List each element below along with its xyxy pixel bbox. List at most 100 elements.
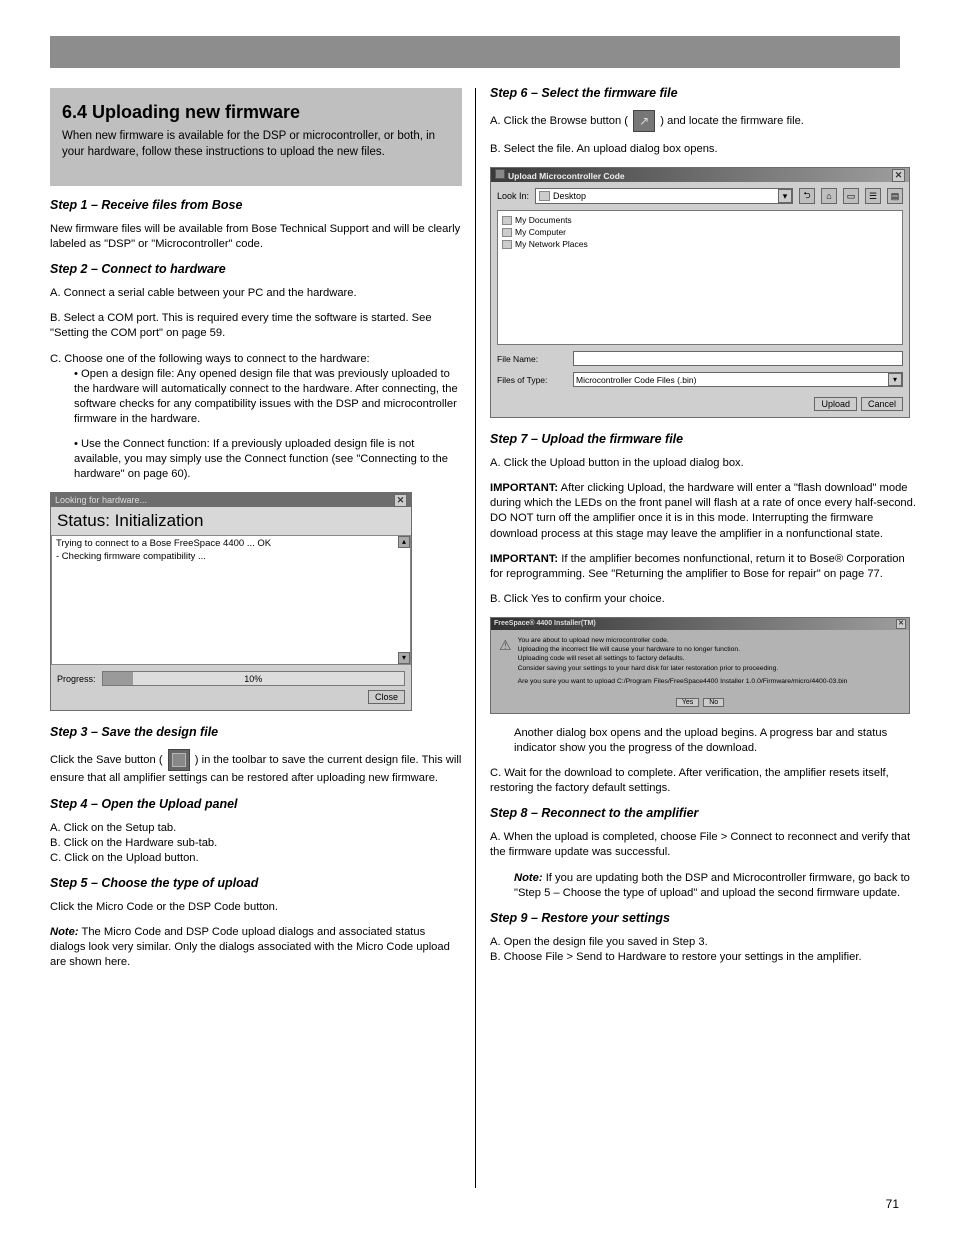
hw-status-prefix: Status: — [57, 511, 110, 530]
dropdown-arrow-icon[interactable]: ▾ — [778, 189, 792, 203]
details-view-icon[interactable]: ▤ — [887, 188, 903, 204]
upload-title-wrap: Upload Microcontroller Code — [495, 169, 625, 181]
upload-titlebar[interactable]: Upload Microcontroller Code ✕ — [491, 168, 909, 182]
file-list-item[interactable]: My Documents — [502, 215, 898, 225]
page-root: 6.4 Uploading new firmware When new firm… — [0, 0, 954, 1235]
section-heading: 6.4 Uploading new firmware — [62, 102, 450, 123]
step7-a: A. Click the Upload button in the upload… — [490, 456, 920, 471]
close-icon[interactable]: ✕ — [896, 619, 906, 629]
note-label: Note: — [50, 926, 79, 938]
confirm-line: Uploading the incorrect file will cause … — [518, 645, 848, 654]
confirm-line: Consider saving your settings to your ha… — [518, 664, 848, 673]
confirm-titlebar[interactable]: FreeSpace® 4400 Installer(TM) ✕ — [491, 618, 909, 630]
step2-heading: Step 2 – Connect to hardware — [50, 262, 462, 276]
look-in-value: Desktop — [553, 191, 586, 201]
confirm-dialog-title: FreeSpace® 4400 Installer(TM) — [494, 620, 596, 627]
step4-c: C. Click on the Upload button. — [50, 851, 462, 866]
step7-heading: Step 7 – Upload the firmware file — [490, 432, 920, 446]
scroll-up-icon[interactable]: ▴ — [398, 536, 410, 548]
look-in-row: Look In: Desktop ▾ ⮌ ⌂ ▭ ☰ ▤ — [497, 188, 903, 204]
step8-note-wrap: Note: If you are updating both the DSP a… — [514, 871, 920, 901]
step2-b: B. Select a COM port. This is required e… — [50, 311, 462, 341]
step6-a-text-a: A. Click the Browse button ( — [490, 115, 628, 127]
confirm-line: You are about to upload new microcontrol… — [518, 636, 848, 645]
close-icon[interactable]: ✕ — [892, 169, 905, 182]
step7-b: B. Click Yes to confirm your choice. — [490, 592, 920, 607]
browse-icon: ↗ — [633, 110, 655, 132]
note-label: Note: — [514, 872, 543, 884]
folder-icon — [539, 191, 550, 201]
up-one-level-icon[interactable]: ⮌ — [799, 188, 815, 204]
files-of-type-row: Files of Type: Microcontroller Code File… — [497, 372, 903, 387]
files-of-type-label: Files of Type: — [497, 375, 567, 385]
step6-heading: Step 6 – Select the firmware file — [490, 86, 920, 100]
step1-heading: Step 1 – Receive files from Bose — [50, 198, 462, 212]
warning-icon: ⚠ — [499, 636, 512, 686]
file-list-item[interactable]: My Computer — [502, 227, 898, 237]
hw-log-area: Trying to connect to a Bose FreeSpace 44… — [51, 535, 411, 665]
hw-dialog-bottom: Progress: 10% Close — [51, 665, 411, 710]
looking-for-hardware-dialog: Looking for hardware... ✕ Status: Initia… — [50, 492, 412, 711]
left-column: Step 1 – Receive files from Bose New fir… — [50, 198, 462, 980]
confirm-msg-row: ⚠ You are about to upload new microcontr… — [499, 636, 901, 686]
close-button[interactable]: Close — [368, 690, 405, 704]
cancel-button[interactable]: Cancel — [861, 397, 903, 411]
step6-a-text-b: ) and locate the firmware file. — [660, 115, 804, 127]
step3-text: Click the Save button ( ) in the toolbar… — [50, 749, 462, 786]
computer-icon — [502, 228, 512, 237]
confirm-dialog: FreeSpace® 4400 Installer(TM) ✕ ⚠ You ar… — [490, 617, 910, 714]
step5-note-wrap: Note: The Micro Code and DSP Code upload… — [50, 925, 462, 970]
yes-button[interactable]: Yes — [676, 698, 699, 707]
step2-c2: • Use the Connect function: If a previou… — [74, 437, 462, 482]
file-list-item-label: My Documents — [515, 215, 572, 225]
new-folder-icon[interactable]: ▭ — [843, 188, 859, 204]
file-list-item[interactable]: My Network Places — [502, 239, 898, 249]
list-view-icon[interactable]: ☰ — [865, 188, 881, 204]
step2-a: A. Connect a serial cable between your P… — [50, 286, 462, 301]
step6-b: B. Select the file. An upload dialog box… — [490, 142, 920, 157]
files-of-type-select[interactable]: Microcontroller Code Files (.bin) ▾ — [573, 372, 903, 387]
hw-dialog-title: Looking for hardware... — [55, 495, 147, 505]
scroll-down-icon[interactable]: ▾ — [398, 652, 410, 664]
step6-a-wrap: A. Click the Browse button ( ↗ ) and loc… — [490, 110, 920, 132]
app-icon — [495, 169, 505, 179]
look-in-select[interactable]: Desktop ▾ — [535, 188, 793, 204]
look-in-label: Look In: — [497, 191, 529, 201]
step5-note: The Micro Code and DSP Code upload dialo… — [50, 926, 450, 968]
close-icon[interactable]: ✕ — [394, 494, 407, 507]
step1-text: New firmware files will be available fro… — [50, 222, 462, 252]
step2-c: C. Choose one of the following ways to c… — [50, 352, 462, 367]
hw-status-value: Initialization — [115, 511, 204, 530]
intro-text: When new firmware is available for the D… — [62, 129, 450, 160]
hw-dialog-titlebar[interactable]: Looking for hardware... ✕ — [51, 493, 411, 507]
confirm-line: Uploading code will reset all settings t… — [518, 654, 848, 663]
important-label: IMPORTANT: — [490, 482, 558, 494]
step7-important2-wrap: IMPORTANT: If the amplifier becomes nonf… — [490, 552, 920, 582]
home-icon[interactable]: ⌂ — [821, 188, 837, 204]
dropdown-arrow-icon[interactable]: ▾ — [888, 373, 902, 386]
no-button[interactable]: No — [703, 698, 724, 707]
after-confirm-text: Another dialog box opens and the upload … — [514, 726, 920, 756]
network-icon — [502, 240, 512, 249]
file-list-item-label: My Computer — [515, 227, 566, 237]
folder-icon — [502, 216, 512, 225]
header-gray-bar — [50, 36, 900, 68]
step4-heading: Step 4 – Open the Upload panel — [50, 797, 462, 811]
upload-button[interactable]: Upload — [814, 397, 857, 411]
step5-heading: Step 5 – Choose the type of upload — [50, 876, 462, 890]
upload-body: Look In: Desktop ▾ ⮌ ⌂ ▭ ☰ ▤ My Document… — [491, 182, 909, 417]
file-list-item-label: My Network Places — [515, 239, 588, 249]
file-name-label: File Name: — [497, 354, 567, 364]
step7-c: C. Wait for the download to complete. Af… — [490, 766, 920, 796]
hw-close-row: Close — [57, 690, 405, 704]
files-of-type-value: Microcontroller Code Files (.bin) — [576, 375, 696, 385]
step8-note: If you are updating both the DSP and Mic… — [514, 872, 910, 899]
upload-actions: Upload Cancel — [497, 397, 903, 411]
file-list[interactable]: My Documents My Computer My Network Plac… — [497, 210, 903, 345]
file-name-row: File Name: — [497, 351, 903, 366]
step9-b: B. Choose File > Send to Hardware to res… — [490, 950, 920, 965]
file-name-input[interactable] — [573, 351, 903, 366]
hw-log-line: - Checking firmware compatibility ... — [56, 551, 406, 563]
step8-a: A. When the upload is completed, choose … — [490, 830, 920, 860]
confirm-line: Are you sure you want to upload C:/Progr… — [518, 677, 848, 686]
